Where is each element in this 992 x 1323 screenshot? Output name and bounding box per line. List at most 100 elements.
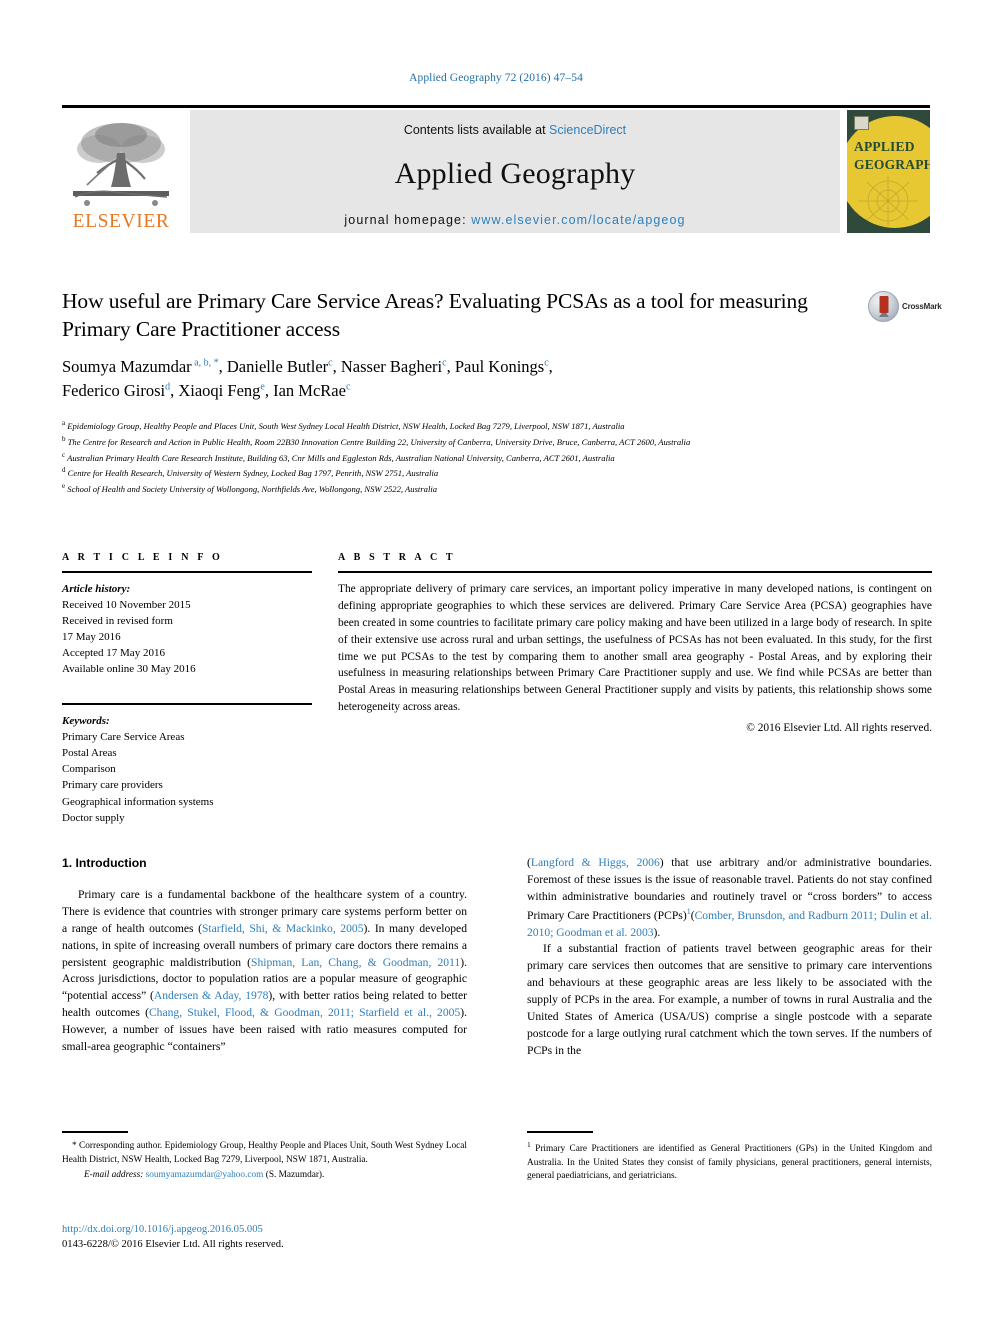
sciencedirect-link[interactable]: ScienceDirect [549,123,626,137]
email-label: E-mail address: [84,1170,144,1181]
author-marks: a, b, * [191,357,219,369]
author-name: Xiaoqi Feng [178,380,261,400]
affiliation-item: d Centre for Health Research, University… [62,465,892,481]
author-marks: c [442,357,447,369]
email-link[interactable]: soumyamazumdar@yahoo.com [146,1170,264,1180]
cover-title-line2: GEOGRAPHY [854,157,930,173]
keywords-block: Keywords: Primary Care Service Areas Pos… [62,713,312,825]
author-item[interactable]: Ian McRaec [273,381,350,400]
author-name: Soumya Mazumdar [62,357,192,376]
affiliation-text: School of Health and Society University … [67,483,438,494]
keyword-item[interactable]: Doctor supply [62,810,312,826]
keyword-item[interactable]: Primary care providers [62,777,312,793]
keyword-item[interactable]: Geographical information systems [62,794,312,810]
citation-link[interactable]: Starfield, Shi, & Mackinko, 2005 [202,922,364,935]
affiliation-item: c Australian Primary Health Care Researc… [62,450,892,466]
affiliation-mark: d [62,466,66,475]
crossmark-label: CrossMark [902,301,942,311]
article-history-line: Received in revised form [62,615,173,628]
abstract-copyright: © 2016 Elsevier Ltd. All rights reserved… [746,722,932,734]
footnote-1: 1 Primary Care Practitioners are identif… [527,1140,932,1184]
corresponding-author-text: * Corresponding author. Epidemiology Gro… [62,1141,467,1165]
affiliation-item: a Epidemiology Group, Healthy People and… [62,418,892,434]
journal-masthead: ELSEVIER Contents lists available at Sci… [62,105,930,233]
affiliation-mark: c [62,450,66,459]
author-item[interactable]: Paul Koningsc [455,357,549,376]
affiliation-text: Epidemiology Group, Healthy People and P… [67,420,625,431]
citation-link[interactable]: Langford & Higgs, 2006 [531,856,660,869]
affiliation-text: The Centre for Research and Action in Pu… [67,436,691,447]
affiliation-list: a Epidemiology Group, Healthy People and… [62,418,892,497]
paragraph-text: ). [653,925,661,939]
corresponding-author-footnote: * Corresponding author. Epidemiology Gro… [62,1140,467,1183]
author-item[interactable]: Danielle Butlerc [227,357,333,376]
article-history-line: Accepted 17 May 2016 [62,647,165,660]
keyword-item[interactable]: Comparison [62,761,312,777]
keywords-rule [62,703,312,706]
body-paragraph: Primary care is a fundamental backbone o… [62,887,467,1056]
abstract-column: A B S T R A C T The appropriate delivery… [338,552,932,734]
body-column-left: 1. Introduction Primary care is a fundam… [62,855,467,1056]
author-marks: c [328,357,333,369]
crossmark-icon [868,290,899,322]
affiliation-mark: a [62,419,66,427]
journal-article-page: Applied Geography 72 (2016) 47–54 ELSEVI… [0,0,992,1323]
article-history-line: Received 10 November 2015 [62,599,191,612]
contents-prefix-text: Contents lists available at [403,123,550,137]
journal-title: Applied Geography [394,157,636,190]
abstract-rule [338,571,932,573]
keyword-item[interactable]: Postal Areas [62,745,312,761]
compass-rose-icon [858,176,918,226]
email-line: E-mail address: soumyamazumdar@yahoo.com… [62,1169,467,1183]
elsevier-tree-icon [73,122,169,206]
article-info-rule [62,571,312,573]
author-marks: c [345,381,351,393]
body-column-right: (Langford & Higgs, 2006) that use arbitr… [527,855,932,1060]
footnote-1-mark: 1 [527,1140,531,1149]
affiliation-text: Centre for Health Research, University o… [67,468,439,479]
elsevier-logo[interactable]: ELSEVIER [62,110,180,233]
author-name: Danielle Butler [226,357,329,376]
article-info-heading: A R T I C L E I N F O [62,552,223,563]
sciencedirect-band: Contents lists available at ScienceDirec… [190,110,840,233]
body-paragraph: If a substantial fraction of patients tr… [527,942,932,1057]
section-title-introduction: 1. Introduction [62,856,147,870]
citation-link[interactable]: Andersen & Aday, 1978 [154,989,269,1002]
article-history-label: Article history: [62,583,131,595]
journal-cover-thumbnail[interactable]: APPLIED GEOGRAPHY [847,110,930,233]
affiliation-item: b The Centre for Research and Action in … [62,434,892,450]
cover-title-line1: APPLIED [854,139,915,154]
crossmark-badge[interactable]: CrossMark [868,288,942,324]
masthead-top-rule [62,105,930,108]
page-title: How useful are Primary Care Service Area… [62,289,808,341]
homepage-prefix-text: journal homepage: [344,213,472,227]
author-marks: e [260,381,265,393]
footnote-rule-right [527,1131,593,1133]
abstract-text: The appropriate delivery of primary care… [338,583,932,714]
citation-link[interactable]: Chang, Stukel, Flood, & Goodman, 2011; S… [149,1006,460,1019]
author-name: Ian McRae [273,380,346,400]
citation-link[interactable]: Shipman, Lan, Chang, & Goodman, 2011 [251,956,460,969]
cover-title-text: APPLIED GEOGRAPHY [854,138,930,174]
email-suffix: (S. Mazumdar). [265,1170,325,1181]
contents-available-line: Contents lists available at ScienceDirec… [190,123,840,137]
body-paragraph: (Langford & Higgs, 2006) that use arbitr… [527,855,932,941]
article-history-block: Article history: Received 10 November 20… [62,581,312,677]
cover-corner-box [854,116,869,130]
affiliation-text: Australian Primary Health Care Research … [67,452,615,463]
doi-link[interactable]: http://dx.doi.org/10.1016/j.apgeog.2016.… [62,1222,482,1237]
author-item[interactable]: Xiaoqi Fenge [178,381,265,400]
running-head: Applied Geography 72 (2016) 47–54 [409,72,583,84]
author-item[interactable]: Nasser Bagheric [341,357,447,376]
author-marks: c [544,357,549,369]
author-list: Soumya Mazumdar a, b, *, Danielle Butler… [62,357,553,400]
article-history-line: 17 May 2016 [62,631,121,644]
author-item[interactable]: Federico Girosid [62,381,170,400]
author-item[interactable]: Soumya Mazumdar a, b, * [62,357,219,376]
article-history-line: Available online 30 May 2016 [62,663,196,676]
footnote-1-text: Primary Care Practitioners are identifie… [527,1144,933,1182]
author-marks: d [165,381,171,393]
keyword-item[interactable]: Primary Care Service Areas [62,729,312,745]
journal-homepage-line: journal homepage: www.elsevier.com/locat… [190,213,840,227]
journal-homepage-link[interactable]: www.elsevier.com/locate/apgeog [471,213,685,227]
